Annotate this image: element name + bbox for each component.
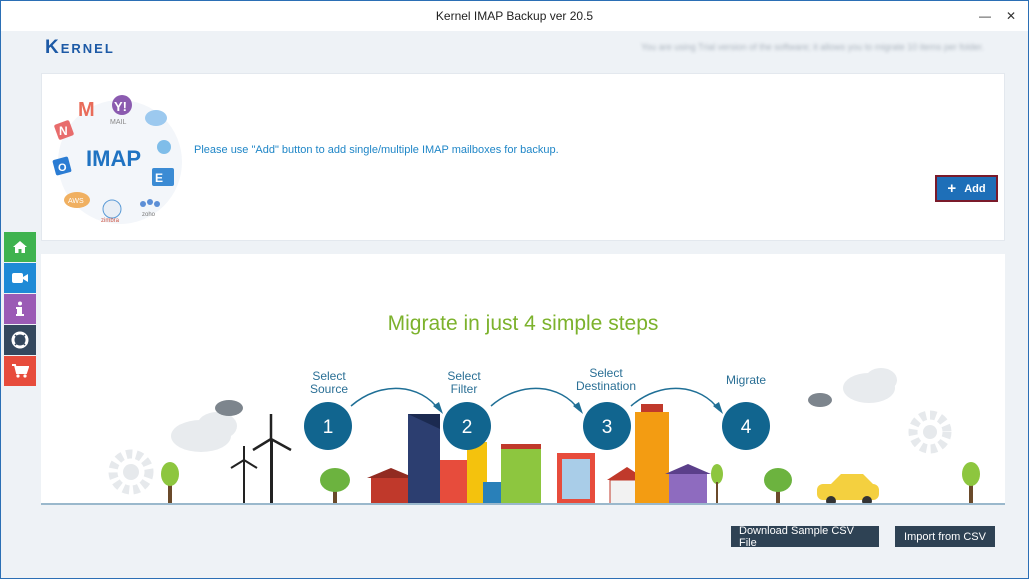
side-toolbar: [4, 232, 36, 387]
plus-icon: +: [947, 180, 957, 197]
svg-text:zimbra: zimbra: [101, 218, 120, 224]
add-button[interactable]: + Add: [935, 175, 998, 202]
logo-text: Kernel: [45, 37, 115, 58]
video-button[interactable]: [4, 263, 36, 293]
svg-text:Y!: Y!: [114, 99, 127, 114]
home-icon: [13, 241, 27, 253]
info-icon: [16, 301, 24, 316]
import-from-csv-button[interactable]: Import from CSV: [895, 526, 995, 547]
lifebuoy-icon: [11, 331, 29, 349]
step-label-3: Select Destination: [575, 366, 637, 393]
trial-notice: You are using Trial version of the softw…: [641, 42, 984, 52]
step-number-2: 2: [462, 417, 473, 438]
imap-label: IMAP: [86, 146, 141, 171]
support-button[interactable]: [4, 325, 36, 355]
add-button-label: Add: [964, 182, 986, 195]
close-button[interactable]: ✕: [991, 3, 1028, 29]
svg-text:N: N: [59, 124, 68, 138]
download-sample-csv-button[interactable]: Download Sample CSV File: [731, 525, 879, 549]
svg-text:E: E: [155, 171, 163, 185]
step-label-1: Select Source: [309, 369, 349, 396]
step-label-2: Select Filter: [447, 369, 481, 396]
svg-text:O: O: [58, 162, 67, 174]
kernel-logo: Kernel: [45, 37, 115, 59]
ground-line: [41, 503, 1005, 505]
app-window: Kernel IMAP Backup ver 20.5 — ✕ Kernel Y…: [0, 0, 1029, 579]
mailbox-panel: N M Y! MAIL O IMAP E AWS zimbra zoho Ple…: [41, 73, 1005, 241]
home-button[interactable]: [4, 232, 36, 262]
svg-text:MAIL: MAIL: [110, 119, 126, 126]
imap-providers-illustration: N M Y! MAIL O IMAP E AWS zimbra zoho: [52, 95, 182, 224]
svg-text:zoho: zoho: [142, 212, 156, 218]
cart-button[interactable]: [4, 356, 36, 386]
city-illustration: 1 2 3 4: [108, 368, 980, 505]
step-number-1: 1: [323, 417, 334, 438]
video-camera-icon: [12, 273, 28, 283]
svg-text:M: M: [78, 99, 95, 121]
step-circles: [304, 402, 770, 450]
title-bar: Kernel IMAP Backup ver 20.5 — ✕: [1, 1, 1028, 31]
add-instruction: Please use "Add" button to add single/mu…: [194, 144, 559, 156]
step-label-4: Migrate: [725, 373, 766, 387]
svg-text:AWS: AWS: [68, 198, 84, 205]
info-button[interactable]: [4, 294, 36, 324]
header: Kernel You are using Trial version of th…: [1, 31, 1028, 71]
step-number-4: 4: [741, 417, 752, 438]
step-number-3: 3: [602, 417, 613, 438]
window-title: Kernel IMAP Backup ver 20.5: [435, 9, 594, 23]
shopping-cart-icon: [12, 364, 29, 378]
